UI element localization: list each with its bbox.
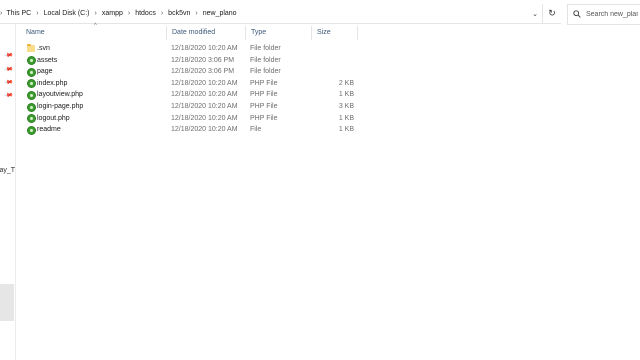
breadcrumb-item-new-plano[interactable]: new_plano — [203, 10, 237, 17]
address-history-dropdown-icon[interactable]: ⌄ — [528, 10, 542, 18]
file-type: PHP File — [250, 91, 278, 99]
svn-file-icon — [27, 125, 36, 135]
file-type: PHP File — [250, 102, 278, 110]
refresh-icon: ↻ — [548, 8, 556, 18]
file-row[interactable]: assets 12/18/2020 3:06 PM File folder — [16, 55, 361, 67]
file-type: File folder — [250, 68, 281, 76]
file-size — [316, 43, 354, 55]
php-file-icon — [27, 79, 36, 89]
file-date: 12/18/2020 10:20 AM — [171, 102, 238, 110]
breadcrumb-item-bck5vn[interactable]: bck5vn › — [168, 10, 203, 17]
nav-item-clipped[interactable]: vay_T — [0, 167, 15, 174]
navigation-pane[interactable]: 📌 📌 📌 📌 vay_T — [0, 24, 16, 360]
php-file-icon — [27, 90, 36, 100]
breadcrumb-label: htdocs — [135, 10, 156, 17]
file-row[interactable]: readme 12/18/2020 10:20 AM File 1 KB — [16, 124, 361, 136]
column-divider[interactable] — [357, 26, 358, 40]
file-row[interactable]: login-page.php 12/18/2020 10:20 AM PHP F… — [16, 101, 361, 113]
file-row[interactable]: logout.php 12/18/2020 10:20 AM PHP File … — [16, 113, 361, 125]
svn-folder-icon — [27, 44, 35, 52]
search-input[interactable] — [586, 11, 638, 18]
nav-item-selected[interactable] — [0, 284, 14, 321]
file-size: 3 KB — [338, 102, 354, 110]
breadcrumb-item-local-disk[interactable]: Local Disk (C:) › — [44, 10, 102, 17]
breadcrumb-label: This PC — [6, 10, 32, 17]
breadcrumb-item-this-pc[interactable]: This PC › — [6, 10, 43, 17]
refresh-button[interactable]: ↻ — [542, 4, 561, 23]
chevron-right-icon[interactable]: › — [161, 10, 163, 17]
file-type: File folder — [250, 56, 281, 64]
column-header-date-modified[interactable]: Date modified — [166, 26, 215, 40]
file-type: PHP File — [250, 79, 278, 87]
column-header-name[interactable]: Name — [20, 26, 45, 40]
file-row[interactable]: layoutview.php 12/18/2020 10:20 AM PHP F… — [16, 89, 361, 101]
breadcrumb-item-htdocs[interactable]: htdocs › — [135, 10, 168, 17]
file-name: .svn — [37, 45, 50, 52]
column-header-type[interactable]: Type — [245, 26, 266, 40]
chevron-right-icon[interactable]: › — [195, 10, 197, 17]
file-size: 1 KB — [338, 114, 354, 122]
file-size — [316, 55, 354, 67]
column-header-size[interactable]: Size — [311, 26, 331, 40]
php-file-icon — [27, 102, 36, 112]
file-name: page — [37, 68, 53, 76]
chevron-right-icon[interactable]: › — [128, 10, 130, 17]
breadcrumb-label: new_plano — [202, 10, 237, 17]
file-date: 12/18/2020 3:06 PM — [171, 68, 235, 76]
file-type: File — [250, 126, 262, 134]
pin-icon[interactable]: 📌 — [4, 90, 14, 100]
breadcrumb: › This PC › Local Disk (C:) › xampp › htdoc… — [0, 4, 237, 23]
address-bar[interactable]: › This PC › Local Disk (C:) › xampp › htdoc… — [0, 4, 561, 24]
search-box[interactable] — [567, 4, 640, 25]
file-list: .svn 12/18/2020 10:20 AM File folder ass… — [16, 43, 361, 136]
breadcrumb-item-xampp[interactable]: xampp › — [102, 10, 135, 17]
file-row[interactable]: index.php 12/18/2020 10:20 AM PHP File 2… — [16, 78, 361, 90]
file-date: 12/18/2020 10:20 AM — [171, 114, 238, 122]
pin-icon[interactable]: 📌 — [4, 77, 14, 87]
file-name: login-page.php — [37, 102, 84, 110]
file-date: 12/18/2020 10:20 AM — [171, 91, 238, 99]
file-type: File folder — [250, 45, 281, 52]
address-actions: ⌄ ↻ — [528, 4, 561, 23]
chevron-right-icon[interactable]: › — [36, 10, 38, 17]
file-date: 12/18/2020 3:06 PM — [171, 56, 235, 64]
column-headers: ^ Name Date modified Type Size — [16, 23, 366, 40]
php-file-icon — [27, 114, 36, 124]
file-size: 1 KB — [338, 91, 354, 99]
breadcrumb-label: bck5vn — [168, 10, 191, 17]
file-row[interactable]: .svn 12/18/2020 10:20 AM File folder — [16, 43, 361, 55]
svn-folder-icon — [27, 67, 36, 77]
file-date: 12/18/2020 10:20 AM — [171, 126, 238, 134]
file-name: index.php — [37, 79, 68, 87]
breadcrumb-label: Local Disk (C:) — [43, 10, 90, 17]
breadcrumb-label: xampp — [101, 10, 123, 17]
pin-icon[interactable]: 📌 — [4, 50, 14, 60]
file-name: readme — [37, 126, 61, 134]
chevron-right-icon[interactable]: › — [95, 10, 97, 17]
breadcrumb-root-chevron-icon[interactable]: › — [0, 10, 2, 17]
file-size — [316, 66, 354, 78]
file-size: 1 KB — [338, 126, 354, 134]
file-name: assets — [37, 56, 58, 64]
pin-icon[interactable]: 📌 — [4, 64, 14, 74]
file-name: logout.php — [37, 114, 70, 122]
file-date: 12/18/2020 10:20 AM — [171, 79, 238, 87]
svn-folder-icon — [27, 56, 36, 66]
file-size: 2 KB — [338, 79, 354, 87]
search-icon — [568, 9, 586, 20]
file-row[interactable]: page 12/18/2020 3:06 PM File folder — [16, 66, 361, 78]
file-date: 12/18/2020 10:20 AM — [171, 45, 238, 52]
sort-ascending-icon: ^ — [94, 23, 97, 29]
file-name: layoutview.php — [37, 91, 83, 99]
file-type: PHP File — [250, 114, 278, 122]
